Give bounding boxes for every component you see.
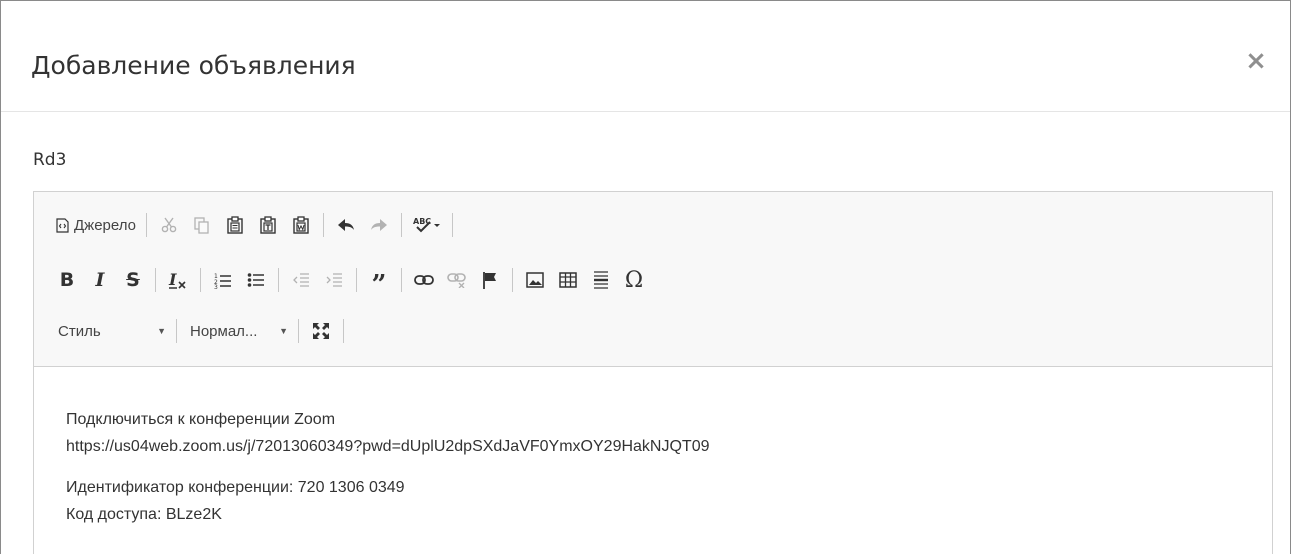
zoom-link: https://us04web.zoom.us/j/72013060349?pw… [66, 438, 710, 455]
remove-format-icon: I [168, 270, 186, 289]
add-announcement-dialog: Добавление объявления × Rd3 Джерело ABC … [0, 0, 1291, 554]
indent-button[interactable] [319, 265, 349, 295]
bulleted-list-button[interactable] [241, 265, 271, 295]
content-line: Идентификатор конференции: 720 1306 0349 [66, 479, 405, 496]
toolbar-separator [323, 213, 324, 237]
copy-button[interactable] [187, 210, 217, 240]
source-label: Джерело [74, 216, 136, 234]
toolbar-separator [298, 319, 299, 343]
maximize-button[interactable] [306, 316, 336, 346]
remove-format-button[interactable]: I [163, 265, 193, 295]
undo-button[interactable] [331, 210, 361, 240]
toolbar-row-3: Стиль ▼ Нормал... ▼ [52, 313, 351, 349]
strikethrough-icon: S [126, 269, 140, 291]
strikethrough-button[interactable]: S [118, 265, 148, 295]
spellcheck-icon: ABC [413, 217, 440, 233]
toolbar-row-2: B I S I 1 2 3 ” Ω [52, 262, 652, 298]
bold-icon: B [59, 269, 75, 291]
paste-button[interactable] [220, 210, 250, 240]
paste-text-button[interactable] [253, 210, 283, 240]
content-paragraph: Идентификатор конференции: 720 1306 0349… [66, 474, 1272, 528]
format-dropdown[interactable]: Нормал... ▼ [184, 316, 294, 346]
toolbar-separator [512, 268, 513, 292]
redo-icon [371, 219, 387, 231]
rich-text-editor: Джерело ABC B I S I 1 2 3 ” Ω Стиль ▼ Но… [33, 191, 1273, 554]
image-icon [526, 272, 544, 288]
blockquote-icon: ” [371, 269, 387, 300]
close-icon[interactable]: × [1244, 48, 1268, 74]
toolbar-separator [356, 268, 357, 292]
svg-text:3: 3 [214, 284, 218, 289]
omega-icon: Ω [624, 267, 644, 293]
toolbar-separator [200, 268, 201, 292]
cut-icon [161, 217, 177, 233]
toolbar-separator [401, 213, 402, 237]
style-dropdown[interactable]: Стиль ▼ [52, 316, 172, 346]
dialog-title: Добавление объявления [31, 51, 356, 80]
source-icon [56, 217, 69, 233]
italic-icon: I [95, 269, 105, 291]
horizontal-rule-button[interactable] [586, 265, 616, 295]
paste-word-button[interactable] [286, 210, 316, 240]
special-char-button[interactable]: Ω [619, 265, 649, 295]
link-button[interactable] [409, 265, 439, 295]
paste-word-icon [293, 216, 309, 234]
editor-toolbar: Джерело ABC B I S I 1 2 3 ” Ω Стиль ▼ Но… [34, 192, 1272, 367]
toolbar-separator [278, 268, 279, 292]
indent-icon [326, 273, 342, 287]
chevron-down-icon: ▼ [279, 326, 288, 336]
toolbar-separator [155, 268, 156, 292]
outdent-button[interactable] [286, 265, 316, 295]
style-dropdown-label: Стиль [58, 322, 101, 340]
format-dropdown-label: Нормал... [190, 322, 258, 340]
table-icon [559, 272, 577, 288]
anchor-flag-icon [483, 272, 496, 289]
undo-icon [338, 219, 354, 231]
content-paragraph: Подключиться к конференции Zoom https://… [66, 406, 1272, 460]
announcement-title-text[interactable]: Rd3 [33, 150, 66, 170]
link-icon [414, 275, 434, 285]
content-line: Код доступа: BLze2K [66, 506, 222, 523]
svg-text:I: I [168, 270, 177, 289]
blockquote-button[interactable]: ” [364, 265, 394, 300]
toolbar-separator [401, 268, 402, 292]
anchor-button[interactable] [475, 265, 505, 295]
spellcheck-button[interactable]: ABC [409, 210, 445, 240]
unlink-icon [447, 273, 466, 288]
toolbar-separator [343, 319, 344, 343]
numbered-list-icon: 1 2 3 [214, 273, 231, 289]
outdent-icon [293, 273, 309, 287]
cut-button[interactable] [154, 210, 184, 240]
copy-icon [194, 217, 209, 234]
paste-text-icon [260, 216, 276, 234]
italic-button[interactable]: I [85, 265, 115, 295]
table-button[interactable] [553, 265, 583, 295]
content-line: Подключиться к конференции Zoom [66, 411, 336, 428]
horizontal-rule-icon [594, 271, 608, 289]
chevron-down-icon: ▼ [157, 326, 166, 336]
source-button[interactable]: Джерело [52, 210, 139, 240]
numbered-list-button[interactable]: 1 2 3 [208, 265, 238, 295]
toolbar-separator [146, 213, 147, 237]
redo-button[interactable] [364, 210, 394, 240]
toolbar-separator [176, 319, 177, 343]
bulleted-list-icon [247, 273, 264, 287]
editor-content-area[interactable]: Подключиться к конференции Zoom https://… [34, 368, 1272, 554]
toolbar-row-1: Джерело ABC [52, 207, 460, 243]
bold-button[interactable]: B [52, 265, 82, 295]
dialog-header: Добавление объявления × [1, 1, 1290, 112]
image-button[interactable] [520, 265, 550, 295]
paste-icon [227, 216, 243, 234]
unlink-button[interactable] [442, 265, 472, 295]
maximize-icon [313, 323, 329, 339]
toolbar-separator [452, 213, 453, 237]
